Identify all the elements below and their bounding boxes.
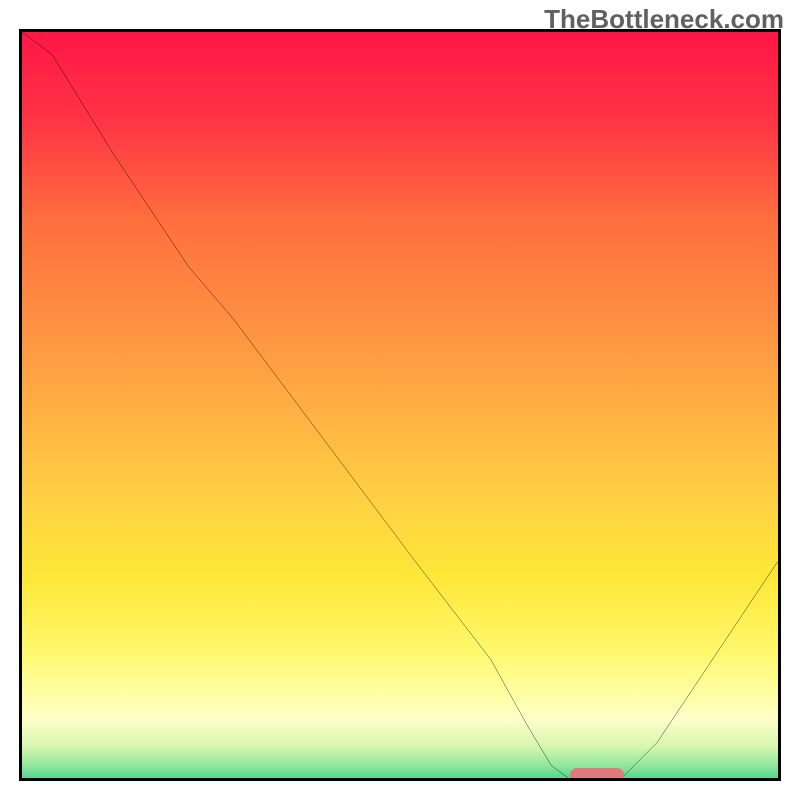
chart-root: TheBottleneck.com xyxy=(0,0,800,800)
plot-frame xyxy=(19,29,781,781)
optimal-marker xyxy=(570,768,624,781)
bottleneck-curve xyxy=(22,32,778,781)
